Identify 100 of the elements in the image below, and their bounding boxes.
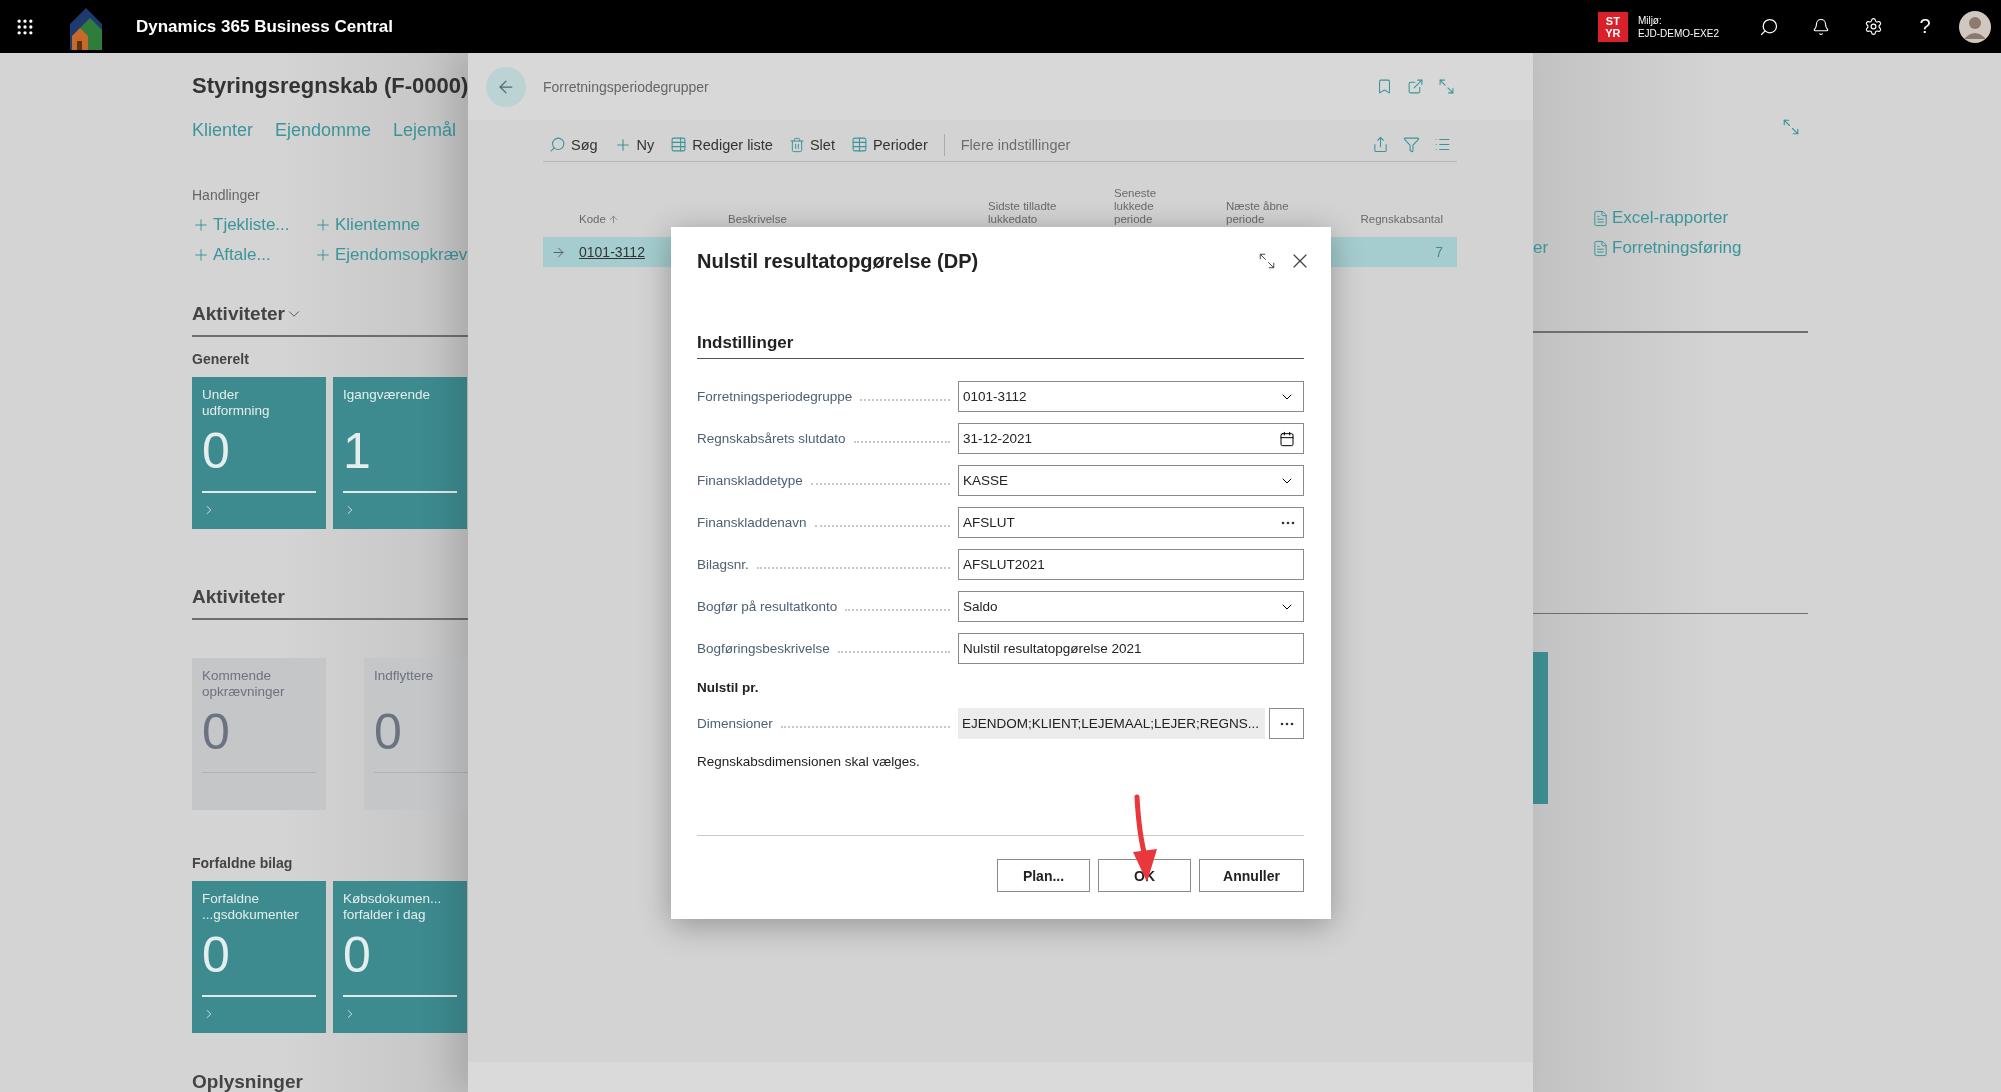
toolbar-button[interactable]: Søg <box>549 136 598 153</box>
input-field[interactable]: EJENDOM;KLIENT;LEJEMAAL;LEJER;REGNS... <box>958 708 1265 739</box>
environment-badge: ST YR <box>1597 11 1628 42</box>
tile-value: 0 <box>202 423 231 479</box>
input-field[interactable]: AFSLUT <box>958 507 1304 538</box>
field-label: Bogføringsbeskrivelse <box>697 641 830 656</box>
column-header[interactable]: Seneste lukkede periode <box>1114 187 1184 226</box>
field-label: Finanskladdenavn <box>697 515 807 530</box>
list-icon[interactable] <box>1434 136 1451 153</box>
nav-link[interactable]: Ejendomme <box>275 118 372 142</box>
table-icon <box>850 136 868 153</box>
column-header[interactable]: Næste åbne periode <box>1226 200 1296 226</box>
section-heading: Indstillinger <box>697 331 1304 359</box>
activity-tile[interactable]: Under udformning 0 <box>192 377 326 529</box>
plus-icon <box>314 216 332 234</box>
action-link[interactable]: Tjekliste... <box>192 213 314 237</box>
input-field[interactable]: Saldo <box>958 591 1304 622</box>
app-title: Dynamics 365 Business Central <box>136 16 393 37</box>
tile-value: 0 <box>343 927 372 983</box>
field-label: Forretningsperiodegruppe <box>697 389 853 404</box>
nav-link[interactable]: Lejemål <box>393 118 457 142</box>
toolbar-button[interactable]: Rediger liste <box>670 136 773 153</box>
section-heading[interactable]: Aktiviteter <box>192 301 303 327</box>
field-label: Finanskladdetype <box>697 473 803 488</box>
help-button[interactable]: ? <box>1899 0 1951 53</box>
note-text: Regnskabsdimensionen skal vælges. <box>697 753 921 771</box>
column-header[interactable]: Regnskabsantal <box>1348 213 1457 226</box>
field-label: Bilagsnr. <box>697 557 749 572</box>
environment-label: Miljø: <box>1637 13 1663 27</box>
column-header[interactable]: Beskrivelse <box>728 213 988 226</box>
search-icon <box>549 136 566 153</box>
activity-tile[interactable]: Indflyttere 0 <box>364 658 468 810</box>
group-heading: Generelt <box>192 351 250 367</box>
report-link[interactable]: Forretningsføring <box>1592 236 1808 260</box>
open-window-icon[interactable] <box>1407 78 1424 95</box>
ellipsis-icon <box>1281 520 1295 525</box>
tile-title: Igangværende <box>343 387 432 404</box>
toolbar-button[interactable]: Slet <box>788 136 835 153</box>
dialog-title: Nulstil resultatopgørelse (DP) <box>697 249 979 273</box>
section-heading[interactable]: Aktiviteter <box>192 584 285 610</box>
toolbar-button[interactable]: Ny <box>613 135 655 154</box>
tile-value: 0 <box>374 704 403 760</box>
section-heading[interactable]: Oplysninger <box>192 1069 303 1092</box>
avatar-icon[interactable] <box>1959 10 1991 43</box>
action-link[interactable]: Aftale... <box>192 243 314 267</box>
tile-title: Købsdokumen... forfalder i dag <box>343 891 443 923</box>
activity-tile[interactable] <box>1533 652 1548 804</box>
dialog-button[interactable]: Plan... <box>997 859 1090 892</box>
tile-value: 0 <box>202 927 231 983</box>
tile-value: 0 <box>202 704 231 760</box>
actions-heading: Handlinger <box>192 186 261 204</box>
tile-title: Indflyttere <box>374 668 435 685</box>
activity-tile[interactable]: Igangværende 1 <box>333 377 467 529</box>
filter-icon[interactable] <box>1403 136 1420 153</box>
input-field[interactable]: KASSE <box>958 465 1304 496</box>
input-field[interactable]: AFSLUT2021 <box>958 549 1304 580</box>
tile-title: Under udformning <box>202 387 271 419</box>
action-link[interactable]: Ejendomsopkræv <box>314 243 468 267</box>
column-header[interactable]: Kode <box>579 213 728 226</box>
tile-title: Forfaldne ...gsdokumenter <box>202 891 300 923</box>
field-label: Bogfør på resultatkonto <box>697 599 838 614</box>
edit-table-icon <box>670 136 688 153</box>
calendar-icon <box>1279 430 1295 447</box>
share-icon[interactable] <box>1372 136 1389 153</box>
page-title: Forretningsperiodegrupper <box>543 78 709 95</box>
input-field[interactable]: 0101-3112 <box>958 381 1304 412</box>
document-icon <box>1592 239 1609 257</box>
plus-icon <box>192 246 210 264</box>
ellipsis-icon <box>1279 721 1294 726</box>
input-field[interactable]: Nulstil resultatopgørelse 2021 <box>958 633 1304 664</box>
back-button[interactable] <box>486 66 526 107</box>
field-label: Regnskabsårets slutdato <box>697 431 846 446</box>
plus-icon <box>192 216 210 234</box>
table-cell-text: 7 <box>1435 244 1444 260</box>
activity-tile[interactable]: Forfaldne ...gsdokumenter 0 <box>192 881 326 1033</box>
page-title: Styringsregnskab (F-0000) <box>192 72 468 100</box>
subsection-heading: Nulstil pr. <box>697 679 760 697</box>
document-icon <box>1592 209 1609 227</box>
dialog-button[interactable]: Annuller <box>1199 859 1304 892</box>
action-link[interactable]: er <box>1533 236 1592 260</box>
bookmark-icon[interactable] <box>1376 78 1393 95</box>
row-arrow-icon <box>551 244 566 260</box>
activity-tile[interactable]: Kommende opkrævninger 0 <box>192 658 326 810</box>
field-label: Dimensioner <box>697 716 773 731</box>
assist-button[interactable] <box>1269 708 1304 739</box>
code-link[interactable]: 0101-3112 <box>579 244 645 260</box>
column-header[interactable]: Sidste tilladte lukkedato <box>988 200 1068 226</box>
environment-name: EJD-DEMO-EXE2 <box>1637 26 1719 40</box>
action-link[interactable]: Klientemne <box>314 213 468 237</box>
sort-arrow-icon <box>607 214 619 225</box>
report-link[interactable]: Excel-rapporter <box>1592 206 1808 230</box>
group-heading: Forfaldne bilag <box>192 855 294 871</box>
plus-icon <box>314 246 332 264</box>
trash-icon <box>788 136 805 153</box>
input-field[interactable]: 31-12-2021 <box>958 423 1304 454</box>
toolbar-button[interactable]: Perioder <box>850 136 928 153</box>
activity-tile[interactable]: Købsdokumen... forfalder i dag 0 <box>333 881 467 1033</box>
tile-value: 1 <box>343 423 372 479</box>
toolbar-button[interactable]: Flere indstillinger <box>960 136 1071 153</box>
nav-link[interactable]: Klienter <box>192 118 254 142</box>
